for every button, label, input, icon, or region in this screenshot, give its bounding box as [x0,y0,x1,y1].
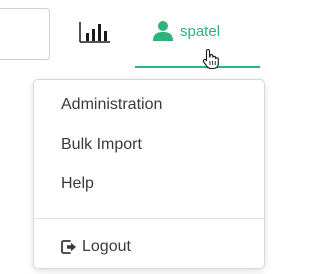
hand-pointer-cursor-icon [202,48,219,70]
active-underline [135,66,260,68]
logout-label: Logout [82,238,131,255]
user-name: spatel [180,23,221,40]
menu-item-bulk-import[interactable]: Bulk Import [61,135,142,155]
menu-item-help[interactable]: Help [61,174,94,194]
user-icon [153,21,173,41]
bar-chart-icon [79,22,110,43]
user-menu-toggle[interactable]: spatel [135,0,260,70]
menu-divider [34,218,264,219]
sign-out-icon [61,240,76,254]
search-input[interactable] [0,8,50,60]
page: spatel Administration Bulk Import Help L… [0,0,270,274]
user-dropdown-menu: Administration Bulk Import Help Logout [33,79,265,269]
menu-item-administration[interactable]: Administration [61,95,162,115]
reports-link[interactable] [78,18,112,46]
logout-button[interactable]: Logout [61,237,131,257]
